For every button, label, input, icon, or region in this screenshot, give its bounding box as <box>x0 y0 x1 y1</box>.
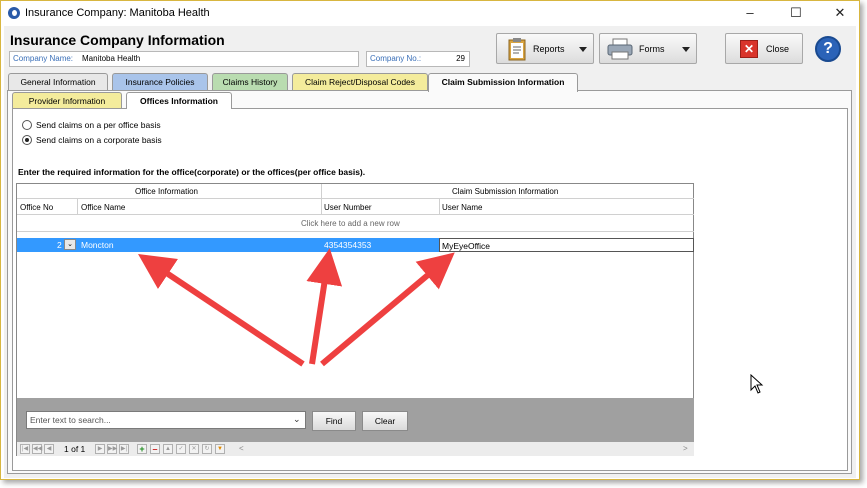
annotation-arrow-user-number <box>306 248 343 365</box>
forms-button[interactable]: Forms <box>599 33 697 64</box>
company-no-value: 29 <box>456 54 465 63</box>
filter-icon[interactable]: ▼ <box>215 444 225 454</box>
window-body: Insurance Company Information Company Na… <box>4 26 856 478</box>
per-office-radio[interactable] <box>22 120 32 130</box>
search-bar: Enter text to search... ⌄ Find Clear <box>17 398 694 442</box>
company-no-field[interactable]: Company No.: 29 <box>366 51 470 67</box>
next-record-icon[interactable]: ▶ <box>95 444 105 454</box>
company-name-field[interactable]: Company Name: Manitoba Health <box>9 51 359 67</box>
prev-page-icon[interactable]: ◀◀ <box>32 444 42 454</box>
save-record-icon[interactable]: ✓ <box>176 444 186 454</box>
close-window-button[interactable]: ✕ <box>818 1 862 26</box>
scroll-right-icon[interactable]: > <box>683 444 688 453</box>
edit-record-icon[interactable]: ▲ <box>163 444 173 454</box>
clear-button[interactable]: Clear <box>362 411 408 431</box>
reports-label: Reports <box>533 44 565 54</box>
company-no-label: Company No.: <box>370 54 422 63</box>
prev-record-icon[interactable]: ◀ <box>44 444 54 454</box>
search-dropdown-chevron-down-icon[interactable]: ⌄ <box>293 414 301 425</box>
page-title: Insurance Company Information <box>10 32 225 48</box>
tab-claim-submission-information[interactable]: Claim Submission Information <box>428 73 578 92</box>
close-button[interactable]: ✕ Close <box>725 33 803 64</box>
search-input[interactable]: Enter text to search... <box>26 411 306 429</box>
insurance-company-window: Insurance Company: Manitoba Health – ☐ ✕… <box>0 0 860 480</box>
reports-button[interactable]: Reports <box>496 33 594 64</box>
scroll-left-icon[interactable]: < <box>239 444 244 453</box>
tab-provider-information[interactable]: Provider Information <box>12 92 122 109</box>
close-label: Close <box>766 44 790 54</box>
add-record-icon[interactable]: + <box>137 444 147 454</box>
corporate-label: Send claims on a corporate basis <box>36 135 162 145</box>
delete-record-icon[interactable]: – <box>150 444 160 454</box>
company-name-label: Company Name: <box>13 54 74 63</box>
last-page-icon[interactable]: ▶| <box>119 444 129 454</box>
printer-icon <box>607 38 633 60</box>
tab-general-information[interactable]: General Information <box>8 73 108 90</box>
tab-claims-history[interactable]: Claims History <box>212 73 288 90</box>
cancel-record-icon[interactable]: ✕ <box>189 444 199 454</box>
instruction-text: Enter the required information for the o… <box>18 167 366 177</box>
mouse-cursor-icon <box>750 374 764 394</box>
first-page-icon[interactable]: |◀ <box>20 444 30 454</box>
tab-insurance-policies[interactable]: Insurance Policies <box>112 73 208 90</box>
refresh-icon[interactable]: ↻ <box>202 444 212 454</box>
annotation-arrow-user-name <box>320 252 455 367</box>
window-title: Insurance Company: Manitoba Health <box>25 7 210 19</box>
reports-chevron-down-icon <box>579 47 587 52</box>
corporate-radio[interactable] <box>22 135 32 145</box>
annotation-arrows <box>138 248 455 367</box>
close-icon: ✕ <box>740 40 758 58</box>
maximize-button[interactable]: ☐ <box>774 1 818 26</box>
tab-offices-information[interactable]: Offices Information <box>126 92 232 109</box>
help-button[interactable]: ? <box>815 36 841 62</box>
company-name-value: Manitoba Health <box>82 54 141 63</box>
tab-claim-reject-codes[interactable]: Claim Reject/Disposal Codes <box>292 73 428 90</box>
minimize-button[interactable]: – <box>728 1 772 26</box>
annotation-arrow-office-name <box>138 254 305 367</box>
app-icon <box>8 7 20 19</box>
forms-chevron-down-icon <box>682 47 690 52</box>
clipboard-icon <box>508 38 526 61</box>
find-button[interactable]: Find <box>312 411 356 431</box>
next-page-icon[interactable]: ▶▶ <box>107 444 117 454</box>
grid-navigator: |◀ ◀◀ ◀ 1 of 1 ▶ ▶▶ ▶| + – ▲ ✓ ✕ ↻ ▼ < > <box>17 442 694 456</box>
title-bar: Insurance Company: Manitoba Health – ☐ ✕ <box>1 1 859 26</box>
page-indicator: 1 of 1 <box>64 444 86 454</box>
offices-grid: Office Information Claim Submission Info… <box>16 183 694 456</box>
forms-label: Forms <box>639 44 665 54</box>
per-office-label: Send claims on a per office basis <box>36 120 161 130</box>
